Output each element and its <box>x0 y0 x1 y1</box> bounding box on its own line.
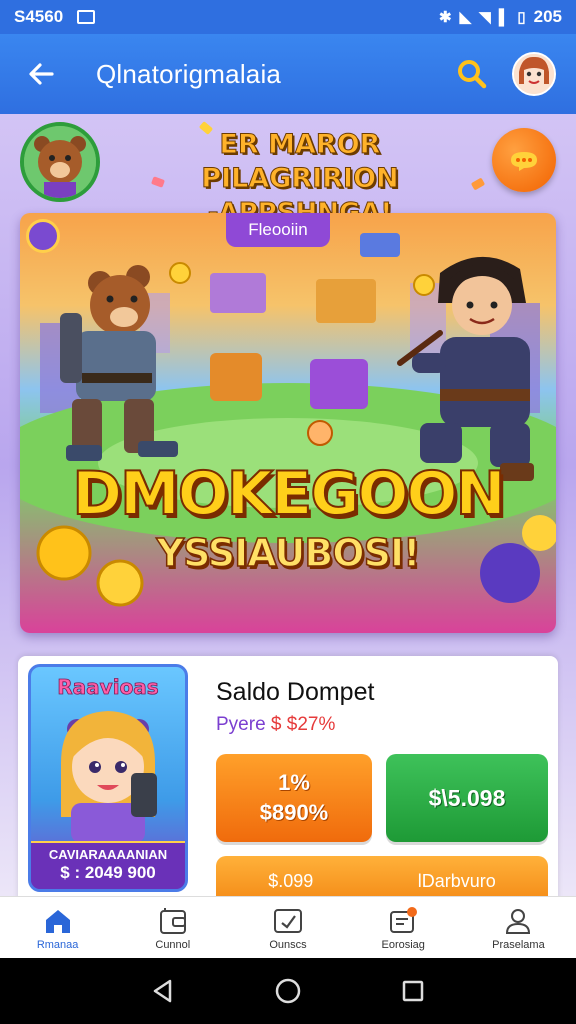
main-content: ER MAROR PILAGRIRION -APPSHNGA! <box>0 114 576 896</box>
topup-button-label: $\5.098 <box>428 784 506 811</box>
wallet-card-art[interactable]: Raavioas CAVIARAAAANIAN $ : 2049 900 <box>28 664 188 892</box>
wallet-sub-amount: $ $27% <box>270 714 336 735</box>
hero-banner[interactable]: Fleooiin DMOKEGOON YSSIAUBOSI! <box>20 213 556 633</box>
withdraw-button-label: lDarbvuro <box>417 870 496 891</box>
hero-tag: Fleooiin <box>226 213 330 247</box>
wallet-subtitle: Pyere $ $27% <box>216 714 335 736</box>
bonus-button-line2: $890% <box>259 800 329 825</box>
bottom-navigation: Rmanaa Cunnol Ounscs Eorosiag Praselama <box>0 896 576 958</box>
nav-item-profile[interactable]: Praselama <box>461 897 576 958</box>
nav-item-home[interactable]: Rmanaa <box>0 897 115 958</box>
search-icon <box>458 60 487 89</box>
battery-icon: ▯ <box>517 9 526 26</box>
home-icon <box>45 909 70 933</box>
wallet-icon <box>159 907 186 934</box>
nav-label-profile: Praselama <box>492 938 545 951</box>
nav-item-wallet[interactable]: Cunnol <box>115 897 230 958</box>
app-bar: Qlnatorigmalaia <box>0 34 576 114</box>
nav-item-notifications[interactable]: Eorosiag <box>346 897 461 958</box>
hero-title: DMOKEGOON <box>71 458 506 530</box>
mute-icon: ◣ <box>459 9 472 26</box>
notification-icon <box>77 10 96 24</box>
chat-bubble-icon <box>511 152 537 171</box>
card-art-amount: $ : 2049 900 <box>60 863 156 882</box>
nav-label-home: Rmanaa <box>36 938 79 951</box>
triangle-back-icon <box>153 979 171 1003</box>
status-bar: S4560 ✱ ◣ ◥ ▌ ▯ 205 <box>0 0 576 34</box>
avatar-face-icon <box>514 54 554 94</box>
status-time-right: 205 <box>533 7 562 26</box>
promo-cta-button[interactable] <box>492 128 556 192</box>
bonus-button-line1: 1% <box>278 770 310 795</box>
nav-label-wallet: Cunnol <box>155 938 191 951</box>
nav-label-notifications: Eorosiag <box>381 938 425 951</box>
profile-icon <box>506 908 531 934</box>
card-art-title: Raavioas <box>57 675 159 700</box>
page-title: Qlnatorigmalaia <box>96 58 282 89</box>
promo-character-avatar <box>20 122 100 202</box>
system-home-button[interactable] <box>270 973 306 1009</box>
card-icon <box>274 908 302 933</box>
back-button[interactable] <box>20 53 62 95</box>
promo-banner[interactable]: ER MAROR PILAGRIRION -APPSHNGA! <box>20 120 556 229</box>
withdraw-button-amount: $.099 <box>268 870 314 891</box>
topup-button[interactable]: $\5.098 <box>386 754 548 842</box>
wallet-title: Saldo Dompet <box>216 678 375 706</box>
status-time-left: S4560 <box>14 7 64 26</box>
nav-label-card: Ounscs <box>269 938 307 951</box>
hero-subtitle: YSSIAUBOSI! <box>156 530 421 576</box>
promo-headline-line1: ER MAROR PILAGRIRION <box>201 129 399 195</box>
nav-item-card[interactable]: Ounscs <box>230 897 345 958</box>
signal-icon: ▌ <box>498 8 510 26</box>
wallet-sub-label: Pyere <box>216 714 266 735</box>
notification-icon <box>390 906 418 933</box>
circle-home-icon <box>275 978 301 1004</box>
hero-badge-icon <box>26 219 60 253</box>
system-back-button[interactable] <box>145 973 181 1009</box>
system-navigation-bar <box>0 958 576 1024</box>
bear-character-icon <box>24 126 96 198</box>
bluetooth-icon: ✱ <box>439 9 452 26</box>
bonus-button[interactable]: 1% $890% <box>216 754 372 842</box>
square-recents-icon <box>403 980 424 1002</box>
system-recents-button[interactable] <box>395 973 431 1009</box>
wallet-card: Raavioas CAVIARAAAANIAN $ : 2049 900 Sal… <box>18 656 558 896</box>
avatar[interactable] <box>512 52 556 96</box>
card-art-caption: CAVIARAAAANIAN <box>48 847 168 862</box>
withdraw-button[interactable]: $.099 lDarbvuro <box>216 856 548 896</box>
search-button[interactable] <box>450 52 494 96</box>
back-arrow-icon <box>29 63 54 85</box>
wifi-icon: ◥ <box>479 9 491 26</box>
